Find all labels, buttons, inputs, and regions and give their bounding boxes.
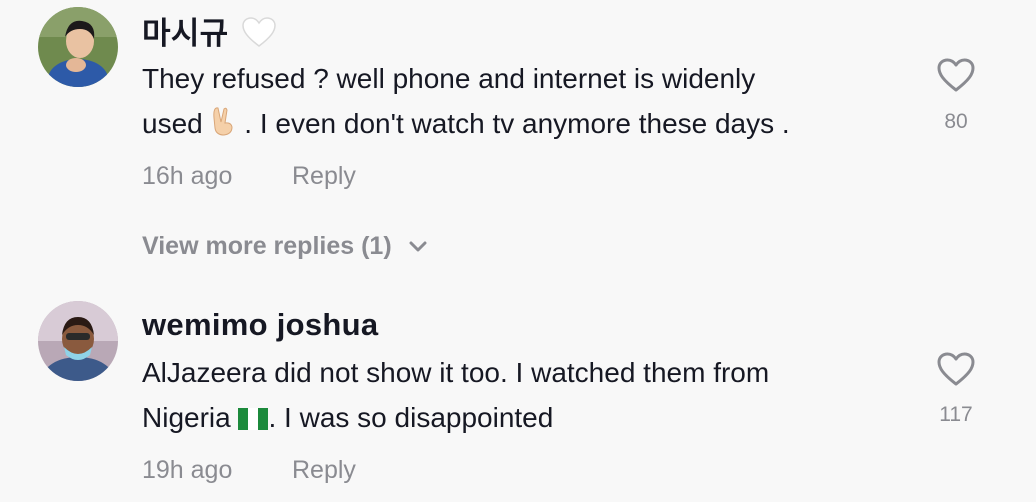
text-segment: . I even don't watch tv anymore these da…	[236, 108, 790, 139]
comment-text: AlJazeera did not show it too. I watched…	[142, 350, 902, 443]
text-segment: Nigeria	[142, 402, 239, 433]
nigeria-flag-icon	[238, 398, 269, 443]
comment-meta: 19h ago Reply	[142, 456, 356, 485]
text-segment: . I was so disappointed	[268, 402, 554, 433]
comment-meta: 16h ago Reply	[142, 162, 356, 191]
comment-username[interactable]: wemimo joshua	[142, 307, 378, 343]
avatar[interactable]	[38, 301, 118, 381]
view-more-replies-button[interactable]: View more replies (1)	[142, 232, 427, 261]
white-heart-icon	[241, 16, 277, 56]
heart-outline-icon	[937, 58, 975, 92]
comment-text: They refused ? well phone and internet i…	[142, 56, 902, 149]
comment-timestamp: 19h ago	[142, 456, 233, 484]
comment-username[interactable]: 마시규	[142, 8, 277, 56]
chevron-down-icon	[409, 241, 427, 252]
comment-timestamp: 16h ago	[142, 162, 233, 190]
comment-text-line: AlJazeera did not show it too. I watched…	[142, 357, 770, 388]
like-button[interactable]	[936, 57, 976, 93]
like-count: 80	[944, 110, 968, 133]
reply-button[interactable]: Reply	[292, 162, 356, 191]
view-more-label: View more replies (1)	[142, 232, 392, 260]
victory-hand-icon	[211, 104, 237, 149]
like-count: 117	[939, 403, 973, 426]
avatar[interactable]	[38, 7, 118, 87]
like-button[interactable]	[936, 351, 976, 387]
text-segment: used	[142, 108, 211, 139]
reply-button[interactable]: Reply	[292, 456, 356, 485]
heart-outline-icon	[937, 352, 975, 386]
comment-text-line: Nigeria . I was so disappointed	[142, 395, 902, 443]
comment-text-line: used . I even don't watch tv anymore the…	[142, 101, 902, 149]
comment-text-line: They refused ? well phone and internet i…	[142, 63, 756, 94]
